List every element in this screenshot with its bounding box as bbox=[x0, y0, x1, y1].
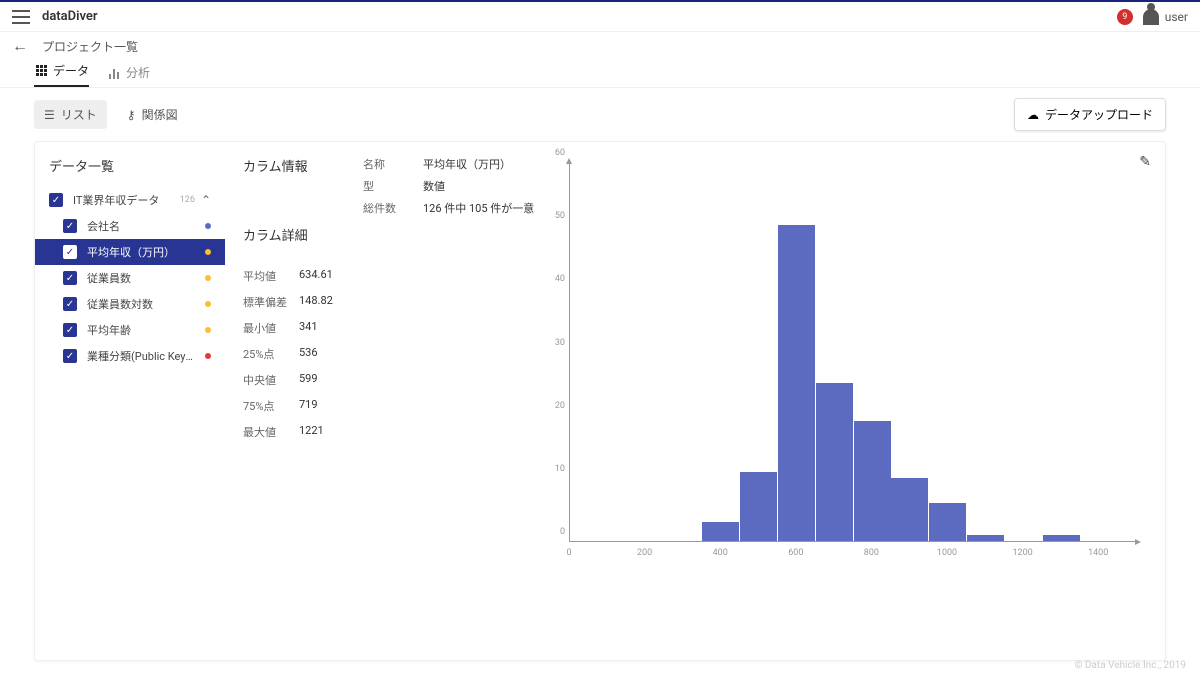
histogram-bar bbox=[854, 421, 891, 541]
type-dot-icon bbox=[205, 249, 211, 255]
user-label: user bbox=[1165, 10, 1188, 24]
tab-0[interactable]: データ bbox=[34, 62, 89, 87]
y-tick: 0 bbox=[560, 527, 565, 537]
bars-icon bbox=[107, 66, 121, 80]
x-tick: 1200 bbox=[1012, 548, 1032, 558]
x-tick: 0 bbox=[566, 548, 571, 558]
user-menu[interactable]: user bbox=[1143, 9, 1188, 25]
column-row-4[interactable]: ✓ 平均年齢 bbox=[35, 317, 225, 343]
histogram-bar bbox=[702, 522, 739, 541]
x-tick: 1400 bbox=[1088, 548, 1108, 558]
checkbox-icon[interactable]: ✓ bbox=[49, 193, 63, 207]
stat-key: 中央値 bbox=[243, 372, 299, 388]
brand-title: dataDiver bbox=[42, 9, 98, 24]
share-icon: ⚷ bbox=[127, 108, 136, 122]
y-tick: 30 bbox=[555, 338, 565, 348]
histogram-bar bbox=[778, 225, 815, 541]
list-label: リスト bbox=[61, 106, 97, 123]
column-row-1[interactable]: ✓ 平均年収（万円） bbox=[35, 239, 225, 265]
info-key: 名称 bbox=[363, 156, 423, 172]
histogram-bar bbox=[816, 383, 853, 541]
upload-button[interactable]: ☁ データアップロード bbox=[1014, 98, 1166, 131]
y-tick: 40 bbox=[555, 274, 565, 284]
notification-badge[interactable]: 9 bbox=[1117, 9, 1133, 25]
column-row-2[interactable]: ✓ 従業員数 bbox=[35, 265, 225, 291]
upload-label: データアップロード bbox=[1045, 106, 1153, 123]
chevron-up-icon[interactable]: ⌃ bbox=[201, 193, 211, 207]
stat-key: 標準偏差 bbox=[243, 294, 299, 310]
sidebar-title: データ一覧 bbox=[35, 156, 225, 187]
checkbox-icon[interactable]: ✓ bbox=[63, 271, 77, 285]
footer-copyright: © Data Vehicle Inc., 2019 bbox=[1075, 660, 1186, 671]
breadcrumb[interactable]: プロジェクト一覧 bbox=[42, 38, 138, 55]
column-row-0[interactable]: ✓ 会社名 bbox=[35, 213, 225, 239]
x-tick: 800 bbox=[864, 548, 879, 558]
column-label: 平均年収（万円） bbox=[87, 244, 199, 260]
histogram-bar bbox=[740, 472, 777, 541]
tab-label: 分析 bbox=[126, 64, 150, 81]
back-arrow-icon[interactable]: ← bbox=[12, 36, 28, 56]
y-tick: 20 bbox=[555, 401, 565, 411]
list-view-button[interactable]: ☰ リスト bbox=[34, 100, 107, 129]
checkbox-icon[interactable]: ✓ bbox=[63, 349, 77, 363]
stat-key: 最大値 bbox=[243, 424, 299, 440]
column-row-3[interactable]: ✓ 従業員数対数 bbox=[35, 291, 225, 317]
checkbox-icon[interactable]: ✓ bbox=[63, 245, 77, 259]
column-row-5[interactable]: ✓ 業種分類(Public Keyによ... bbox=[35, 343, 225, 369]
column-label: 従業員数対数 bbox=[87, 296, 199, 312]
y-tick: 60 bbox=[555, 148, 565, 158]
dataset-row[interactable]: ✓ IT業界年収データ 126 ⌃ bbox=[35, 187, 225, 213]
relation-view-button[interactable]: ⚷ 関係図 bbox=[117, 100, 188, 129]
y-tick: 10 bbox=[555, 464, 565, 474]
cloud-upload-icon: ☁ bbox=[1027, 108, 1039, 122]
stat-key: 最小値 bbox=[243, 320, 299, 336]
menu-icon[interactable] bbox=[12, 10, 30, 24]
stat-key: 75%点 bbox=[243, 398, 299, 414]
info-key: 総件数 bbox=[363, 200, 423, 216]
type-dot-icon bbox=[205, 353, 211, 359]
histogram-bar bbox=[967, 535, 1004, 541]
column-label: 平均年齢 bbox=[87, 322, 199, 338]
x-tick: 200 bbox=[637, 548, 652, 558]
checkbox-icon[interactable]: ✓ bbox=[63, 323, 77, 337]
info-key: 型 bbox=[363, 178, 423, 194]
type-dot-icon bbox=[205, 275, 211, 281]
column-label: 従業員数 bbox=[87, 270, 199, 286]
x-tick: 400 bbox=[713, 548, 728, 558]
histogram-bar bbox=[929, 503, 966, 541]
stat-key: 平均値 bbox=[243, 268, 299, 284]
column-label: 会社名 bbox=[87, 218, 199, 234]
dataset-label: IT業界年収データ bbox=[73, 192, 180, 208]
tab-1[interactable]: 分析 bbox=[107, 64, 150, 87]
dataset-count: 126 bbox=[180, 195, 195, 205]
column-label: 業種分類(Public Keyによ... bbox=[87, 348, 199, 364]
relation-label: 関係図 bbox=[142, 106, 178, 123]
histogram-bar bbox=[891, 478, 928, 541]
tab-label: データ bbox=[53, 62, 89, 79]
y-tick: 50 bbox=[555, 211, 565, 221]
type-dot-icon bbox=[205, 223, 211, 229]
x-tick: 600 bbox=[788, 548, 803, 558]
type-dot-icon bbox=[205, 301, 211, 307]
x-tick: 1000 bbox=[937, 548, 957, 558]
type-dot-icon bbox=[205, 327, 211, 333]
histogram-bar bbox=[1043, 535, 1080, 541]
user-icon bbox=[1143, 9, 1159, 25]
grid-icon bbox=[34, 64, 48, 78]
stat-key: 25%点 bbox=[243, 346, 299, 362]
checkbox-icon[interactable]: ✓ bbox=[63, 219, 77, 233]
list-icon: ☰ bbox=[44, 108, 55, 122]
checkbox-icon[interactable]: ✓ bbox=[63, 297, 77, 311]
